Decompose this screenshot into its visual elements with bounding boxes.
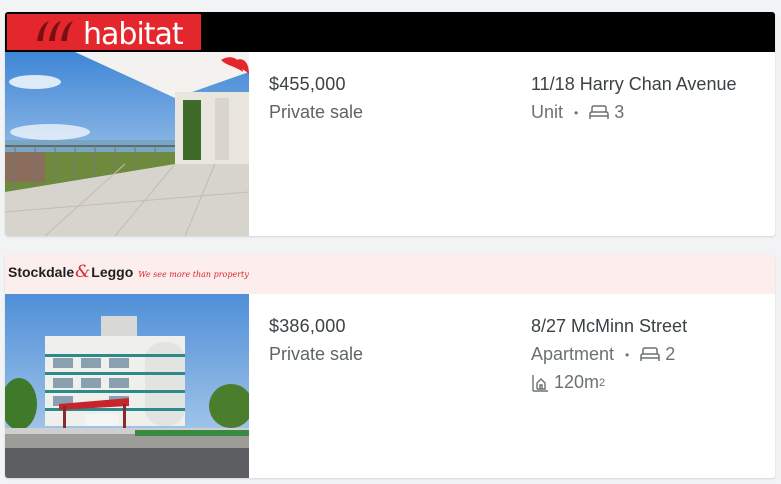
- property-type: Apartment: [531, 344, 615, 364]
- separator-dot: •: [574, 105, 579, 120]
- agency-name-part2: Leggo: [91, 264, 134, 280]
- listing-photo[interactable]: [5, 52, 249, 236]
- habitat-logo[interactable]: habitat: [7, 14, 201, 52]
- agency-tagline: We see more than property: [138, 270, 249, 279]
- land-size-icon: [531, 374, 549, 392]
- listing-card[interactable]: habitat $455,000 Private sale 11/18 Harr…: [5, 12, 775, 236]
- bedroom-count: 2: [665, 344, 676, 364]
- stockdale-leggo-logo[interactable]: Stockdale & Leggo We see more than prope…: [8, 262, 249, 286]
- bed-icon: [589, 104, 609, 121]
- sale-method: Private sale: [269, 102, 364, 122]
- agency-ampersand: &: [75, 262, 91, 282]
- separator-dot: •: [625, 347, 630, 362]
- listing-address[interactable]: 8/27 McMinn Street: [531, 316, 687, 337]
- sale-method: Private sale: [269, 344, 364, 364]
- property-features: Unit • 3: [531, 102, 624, 123]
- agency-branding-bar: habitat: [5, 12, 775, 52]
- bed-icon: [640, 346, 660, 363]
- land-size-unit: 2: [599, 376, 606, 389]
- habitat-leaf-icon: [37, 21, 73, 41]
- habitat-logo-text: habitat: [83, 17, 184, 52]
- land-size-value: 120m: [554, 372, 600, 392]
- bedroom-count: 3: [614, 102, 625, 122]
- agency-branding-bar: Stockdale & Leggo We see more than prope…: [5, 254, 775, 294]
- agency-name-part1: Stockdale: [8, 264, 75, 280]
- listing-price: $386,000: [269, 316, 346, 336]
- listing-address[interactable]: 11/18 Harry Chan Avenue: [531, 74, 736, 95]
- listing-price: $455,000: [269, 74, 346, 94]
- property-type: Unit: [531, 102, 564, 122]
- property-features: Apartment • 2: [531, 344, 675, 365]
- listing-photo[interactable]: [5, 294, 249, 478]
- listing-card[interactable]: Stockdale & Leggo We see more than prope…: [5, 254, 775, 478]
- land-size: 120m 2: [531, 372, 605, 393]
